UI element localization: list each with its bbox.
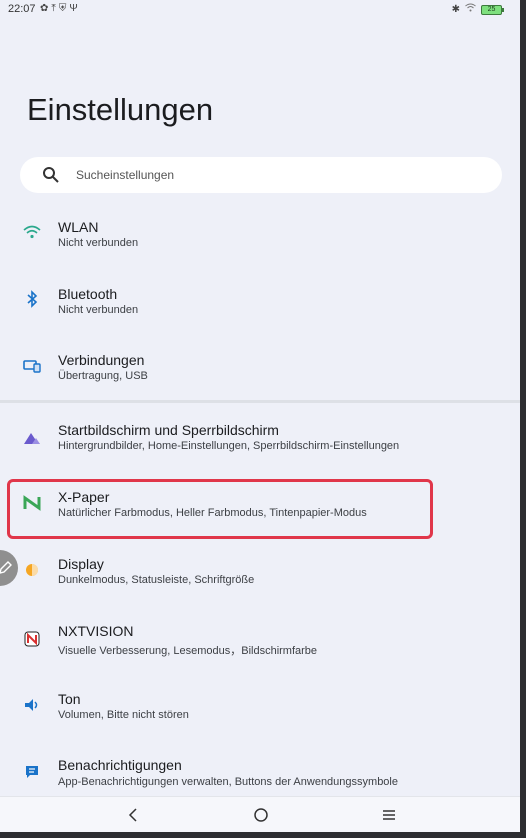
settings-item-title: NXTVISION	[58, 623, 134, 639]
page-title: Einstellungen	[27, 92, 214, 127]
navigation-bar	[0, 796, 520, 832]
menu-lines-icon	[383, 810, 395, 820]
settings-item-bluetooth[interactable]: Bluetooth Nicht verbunden	[0, 275, 520, 335]
usb-icon: Ψ	[69, 3, 78, 14]
settings-item-subtitle: App-Benachrichtigungen verwalten, Button…	[58, 776, 398, 788]
bluetooth-status-icon: ✱	[451, 3, 460, 15]
home-screen-icon	[22, 428, 42, 448]
settings-item-subtitle: Nicht verbunden	[58, 304, 139, 316]
search-input[interactable]: Sucheinstellungen	[76, 168, 174, 182]
status-icons-left: ✿ ⤒ ⛨ Ψ	[40, 2, 78, 16]
notifications-icon	[22, 762, 42, 782]
pencil-icon	[0, 561, 12, 574]
home-button[interactable]	[247, 803, 275, 827]
display-icon	[22, 560, 42, 580]
status-time: 22:07	[8, 3, 36, 15]
wifi-status-icon	[465, 3, 476, 16]
settings-item-connections[interactable]: Verbindungen Übertragung, USB	[0, 342, 520, 402]
settings-item-subtitle: Hintergrundbilder, Home-Einstellungen, S…	[58, 440, 400, 452]
settings-item-sound[interactable]: Ton Volumen, Bitte nicht stören	[0, 681, 520, 741]
settings-item-title: Startbildschirm und Sperrbildschirm	[58, 422, 279, 438]
settings-item-title: Bluetooth	[58, 286, 118, 302]
settings-screen: 22:07 ✿ ⤒ ⛨ Ψ ✱ 25 Einstellungen Suchein…	[0, 0, 520, 832]
settings-item-display[interactable]: Display Dunkelmodus, Statusleiste, Schri…	[0, 546, 520, 606]
settings-item-subtitle: Übertragung, USB	[58, 370, 148, 382]
device-edge-right	[520, 0, 526, 838]
search-icon	[43, 167, 59, 183]
back-button[interactable]	[119, 803, 147, 827]
settings-item-title: Benachrichtigungen	[58, 757, 182, 773]
settings-item-wlan[interactable]: WLAN Nicht verbunden	[0, 208, 520, 268]
gear-icon: ✿	[40, 3, 49, 14]
device-edge-bottom	[0, 832, 526, 838]
status-bar: 22:07 ✿ ⤒ ⛨ Ψ ✱ 25	[0, 0, 520, 20]
settings-item-home-screen[interactable]: Startbildschirm und Sperrbildschirm Hint…	[0, 412, 520, 472]
settings-item-subtitle: Dunkelmodus, Statusleiste, Schriftgröße	[58, 574, 255, 586]
settings-item-subtitle: Nicht verbunden	[58, 237, 139, 249]
connections-icon	[22, 356, 42, 376]
nxtvision-icon	[22, 629, 42, 649]
upload-icon: ⤒	[51, 3, 56, 14]
bluetooth-icon	[22, 289, 42, 309]
settings-item-title: Ton	[58, 691, 81, 707]
highlight-box	[7, 479, 433, 539]
battery-icon: 25	[481, 4, 504, 15]
settings-item-title: Verbindungen	[58, 352, 145, 368]
shield-icon: ⛨	[58, 3, 67, 14]
settings-item-subtitle: Visuelle Verbesserung, Lesemodus，Bildsch…	[58, 645, 318, 657]
settings-item-title: WLAN	[58, 219, 99, 235]
search-bar[interactable]: Sucheinstellungen	[20, 157, 502, 193]
menu-button[interactable]	[375, 803, 403, 827]
settings-item-title: Display	[58, 556, 104, 572]
sound-icon	[22, 695, 42, 715]
home-circle-icon	[254, 808, 268, 822]
section-divider	[0, 400, 520, 403]
settings-item-subtitle: Volumen, Bitte nicht stören	[58, 709, 189, 721]
wifi-icon	[22, 222, 42, 242]
status-icons-right: ✱ 25	[451, 3, 504, 16]
settings-item-nxtvision[interactable]: NXTVISION Visuelle Verbesserung, Lesemod…	[0, 613, 520, 673]
chevron-left-icon	[128, 808, 137, 822]
